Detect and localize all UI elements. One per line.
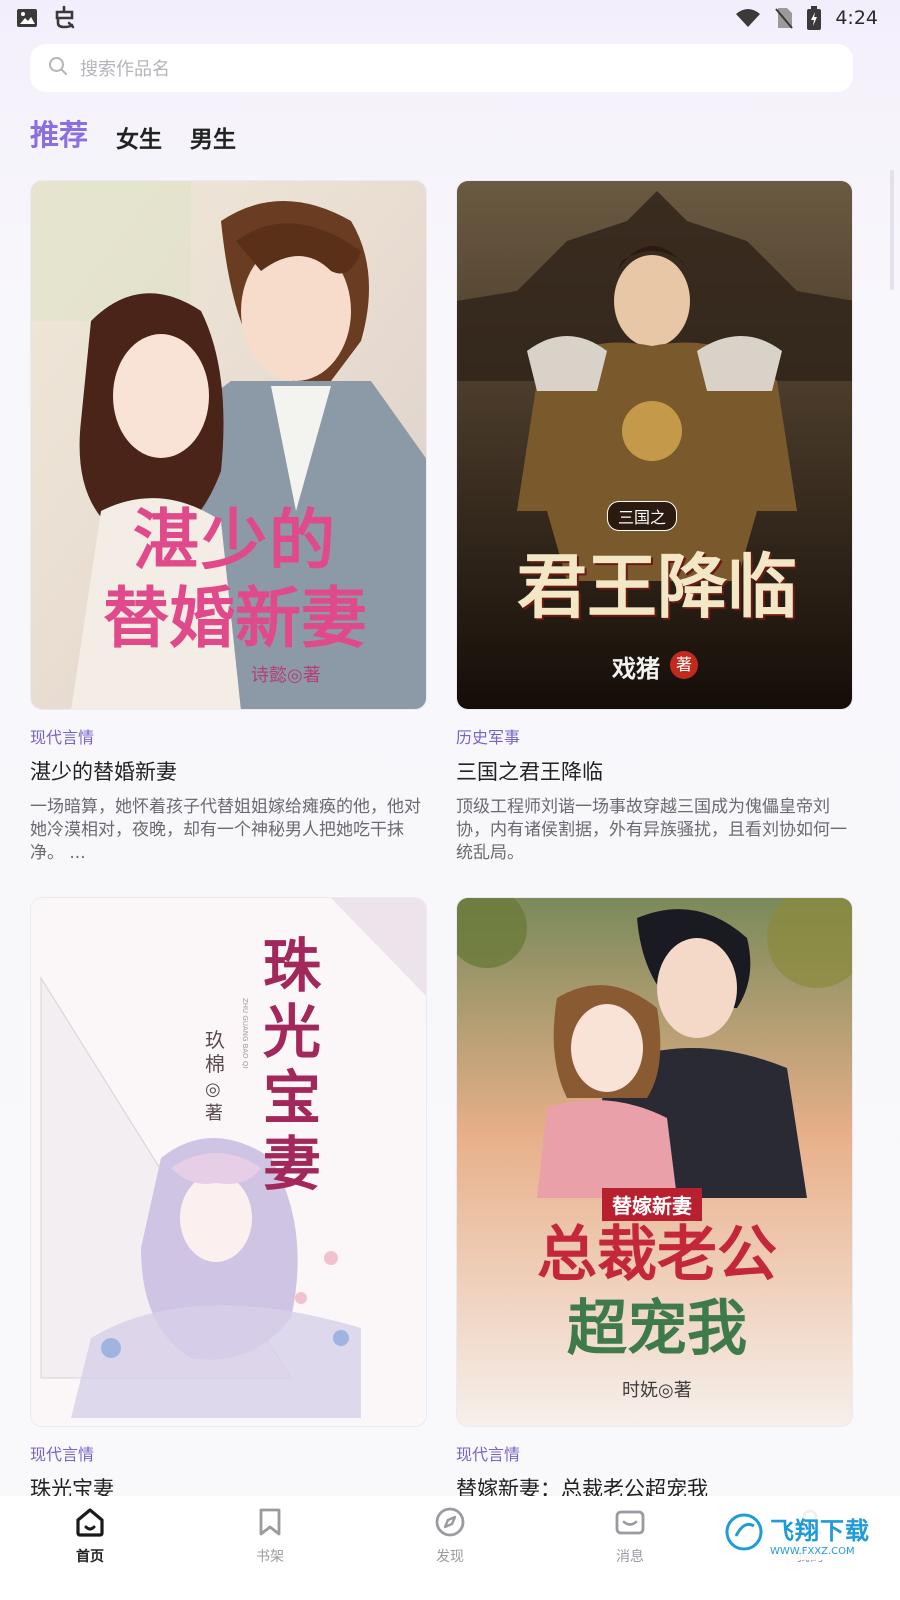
bug-app-icon — [52, 5, 78, 31]
nav-label: 发现 — [436, 1549, 464, 1565]
nav-label: 消息 — [616, 1549, 644, 1565]
book-description: 顶级工程师刘谐一场事故穿越三国成为傀儡皇帝刘协，内有诸侯割据，外有异族骚扰，且看… — [456, 797, 847, 863]
home-icon — [74, 1506, 106, 1542]
wifi-icon — [735, 8, 761, 28]
search-icon — [48, 56, 68, 80]
book-title[interactable]: 湛少的替婚新妻 — [30, 756, 428, 786]
nav-label: 首页 — [76, 1549, 104, 1565]
book-cover[interactable]: 替嫁新妻 总裁老公 超宠我 时妩◎著 — [456, 897, 853, 1427]
watermark-text: 飞翔下载 — [770, 1517, 870, 1545]
no-sim-icon — [775, 7, 794, 29]
battery-charging-icon — [807, 6, 822, 30]
watermark-icon — [724, 1512, 764, 1556]
nav-label: 书架 — [256, 1549, 284, 1565]
compass-icon — [434, 1506, 466, 1542]
book-cover[interactable]: 湛少的 替婚新妻 诗懿◎著 — [30, 180, 427, 710]
nav-home[interactable]: 首页 — [30, 1506, 150, 1566]
book-card[interactable]: 珠光 宝妻 玖棉 ◎著 ZHU GUANG BAO QI 现代言情 珠光宝妻 — [30, 897, 428, 1503]
category-tabs: 推荐 女生 男生 — [30, 112, 236, 154]
book-card[interactable]: 替嫁新妻 总裁老公 超宠我 时妩◎著 现代言情 替嫁新妻：总裁老公超宠我 — [456, 897, 854, 1503]
tab-female[interactable]: 女生 — [116, 120, 162, 154]
bookmark-icon — [254, 1506, 286, 1542]
watermark-logo: 飞翔下载 WWW.FXXZ.COM — [718, 1508, 878, 1560]
watermark-url: WWW.FXXZ.COM — [770, 1546, 855, 1557]
tab-recommend[interactable]: 推荐 — [30, 112, 88, 154]
book-genre: 现代言情 — [30, 1445, 95, 1464]
nav-discover[interactable]: 发现 — [390, 1506, 510, 1566]
status-bar: 4:24 — [0, 0, 900, 36]
book-title[interactable]: 三国之君王降临 — [456, 756, 854, 786]
tab-male[interactable]: 男生 — [190, 120, 236, 154]
book-card[interactable]: 三国之 君王降临 戏猪 著 历史军事 三国之君王降临 顶级工程师刘谐一场事故穿越… — [456, 180, 854, 865]
book-cover[interactable]: 珠光 宝妻 玖棉 ◎著 ZHU GUANG BAO QI — [30, 897, 427, 1427]
nav-messages[interactable]: 消息 — [570, 1506, 690, 1566]
scrollbar[interactable] — [890, 170, 894, 290]
book-genre: 现代言情 — [456, 1445, 521, 1464]
book-card[interactable]: 湛少的 替婚新妻 诗懿◎著 现代言情 湛少的替婚新妻 一场暗算，她怀着孩子代替姐… — [30, 180, 428, 865]
status-time: 4:24 — [835, 7, 878, 29]
book-genre: 历史军事 — [456, 728, 521, 747]
book-genre: 现代言情 — [30, 728, 95, 747]
book-description: 一场暗算，她怀着孩子代替姐姐嫁给瘫痪的他，他对她冷漠相对，夜晚，却有一个神秘男人… — [30, 797, 421, 863]
image-icon — [16, 7, 38, 29]
message-icon — [614, 1506, 646, 1542]
book-cover[interactable]: 三国之 君王降临 戏猪 著 — [456, 180, 853, 710]
nav-bookshelf[interactable]: 书架 — [210, 1506, 330, 1566]
search-placeholder: 搜索作品名 — [80, 59, 170, 80]
search-input[interactable]: 搜索作品名 — [30, 44, 853, 92]
